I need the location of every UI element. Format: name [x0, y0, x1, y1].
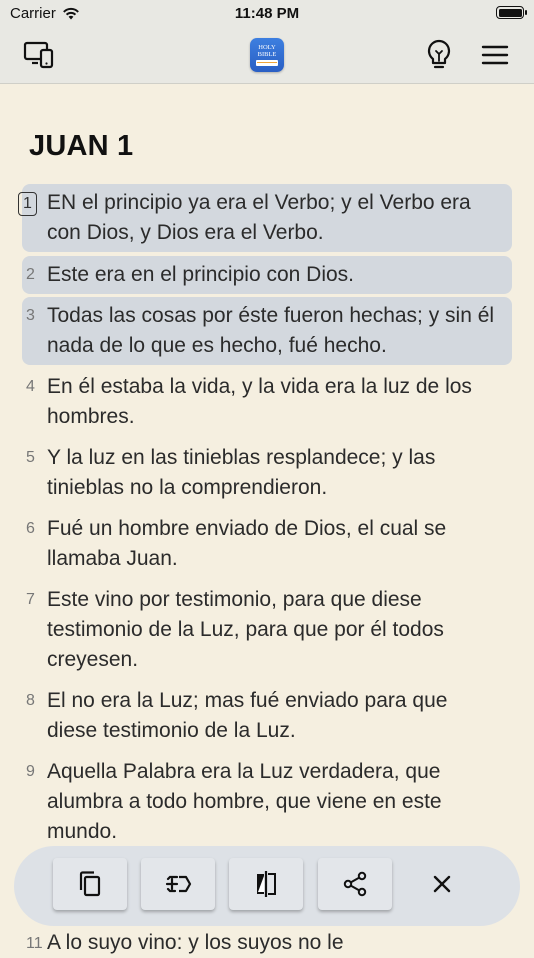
verse-text: El no era la Luz; mas fué enviado para q…	[47, 689, 448, 742]
verse-number: 11	[26, 935, 43, 952]
verse-number: 5	[26, 449, 35, 466]
status-bar: Carrier 11:48 PM	[0, 0, 534, 28]
verse-number: 9	[26, 763, 35, 780]
verse-number: 2	[26, 266, 35, 283]
verse-text: En él estaba la vida, y la vida era la l…	[47, 375, 472, 428]
verse-action-bar	[14, 846, 520, 926]
verse-text: Fué un hombre enviado de Dios, el cual s…	[47, 517, 447, 570]
verse-text: Este vino por testimonio, para que diese…	[47, 588, 444, 671]
book-pages-icon	[256, 60, 278, 66]
top-toolbar: HOLY BIBLE	[0, 28, 534, 84]
copy-icon	[79, 871, 101, 897]
verse-3[interactable]: 3 Todas las cosas por éste fueron hechas…	[22, 297, 512, 365]
verse-number: 1	[18, 192, 37, 216]
battery-icon	[496, 6, 527, 19]
verse-number: 7	[26, 591, 35, 608]
verse-number: 8	[26, 692, 35, 709]
verse-number: 6	[26, 520, 35, 537]
compare-icon	[257, 871, 276, 897]
verse-9[interactable]: 9 Aquella Palabra era la Luz verdadera, …	[22, 753, 512, 851]
verse-text: EN el principio ya era el Verbo; y el Ve…	[47, 191, 471, 244]
verse-1[interactable]: 1 EN el principio ya era el Verbo; y el …	[18, 184, 512, 252]
close-icon	[433, 875, 451, 893]
verse-8[interactable]: 8 El no era la Luz; mas fué enviado para…	[22, 682, 512, 750]
verse-11[interactable]: 11 A lo suyo vino: y los suyos no le	[22, 928, 522, 958]
lightbulb-icon[interactable]	[421, 37, 457, 73]
verse-text: Todas las cosas por éste fueron hechas; …	[47, 304, 495, 357]
compare-button[interactable]	[229, 858, 303, 910]
verse-number: 3	[26, 307, 35, 324]
verse-text: A lo suyo vino: y los suyos no le	[47, 931, 344, 954]
verse-number: 4	[26, 378, 35, 395]
close-button[interactable]	[405, 858, 479, 910]
devices-icon[interactable]	[21, 37, 57, 73]
add-note-button[interactable]	[141, 858, 215, 910]
verse-7[interactable]: 7 Este vino por testimonio, para que die…	[22, 581, 512, 679]
add-note-icon	[165, 875, 192, 893]
verse-5[interactable]: 5 Y la luz en las tinieblas resplandece;…	[22, 439, 512, 507]
share-button[interactable]	[318, 858, 392, 910]
logo-text: HOLY BIBLE	[257, 44, 277, 58]
app-logo[interactable]: HOLY BIBLE	[250, 38, 284, 72]
chapter-title: JUAN 1	[29, 130, 134, 162]
verse-2[interactable]: 2 Este era en el principio con Dios.	[22, 256, 512, 294]
verse-4[interactable]: 4 En él estaba la vida, y la vida era la…	[22, 368, 512, 436]
verse-text: Aquella Palabra era la Luz verdadera, qu…	[47, 760, 442, 843]
clock: 11:48 PM	[234, 5, 300, 22]
copy-button[interactable]	[53, 858, 127, 910]
verse-text: Y la luz en las tinieblas resplandece; y…	[47, 446, 436, 499]
share-icon	[343, 871, 367, 897]
hamburger-menu-icon[interactable]	[477, 37, 513, 73]
verse-6[interactable]: 6 Fué un hombre enviado de Dios, el cual…	[22, 510, 512, 578]
verse-text: Este era en el principio con Dios.	[47, 263, 354, 286]
